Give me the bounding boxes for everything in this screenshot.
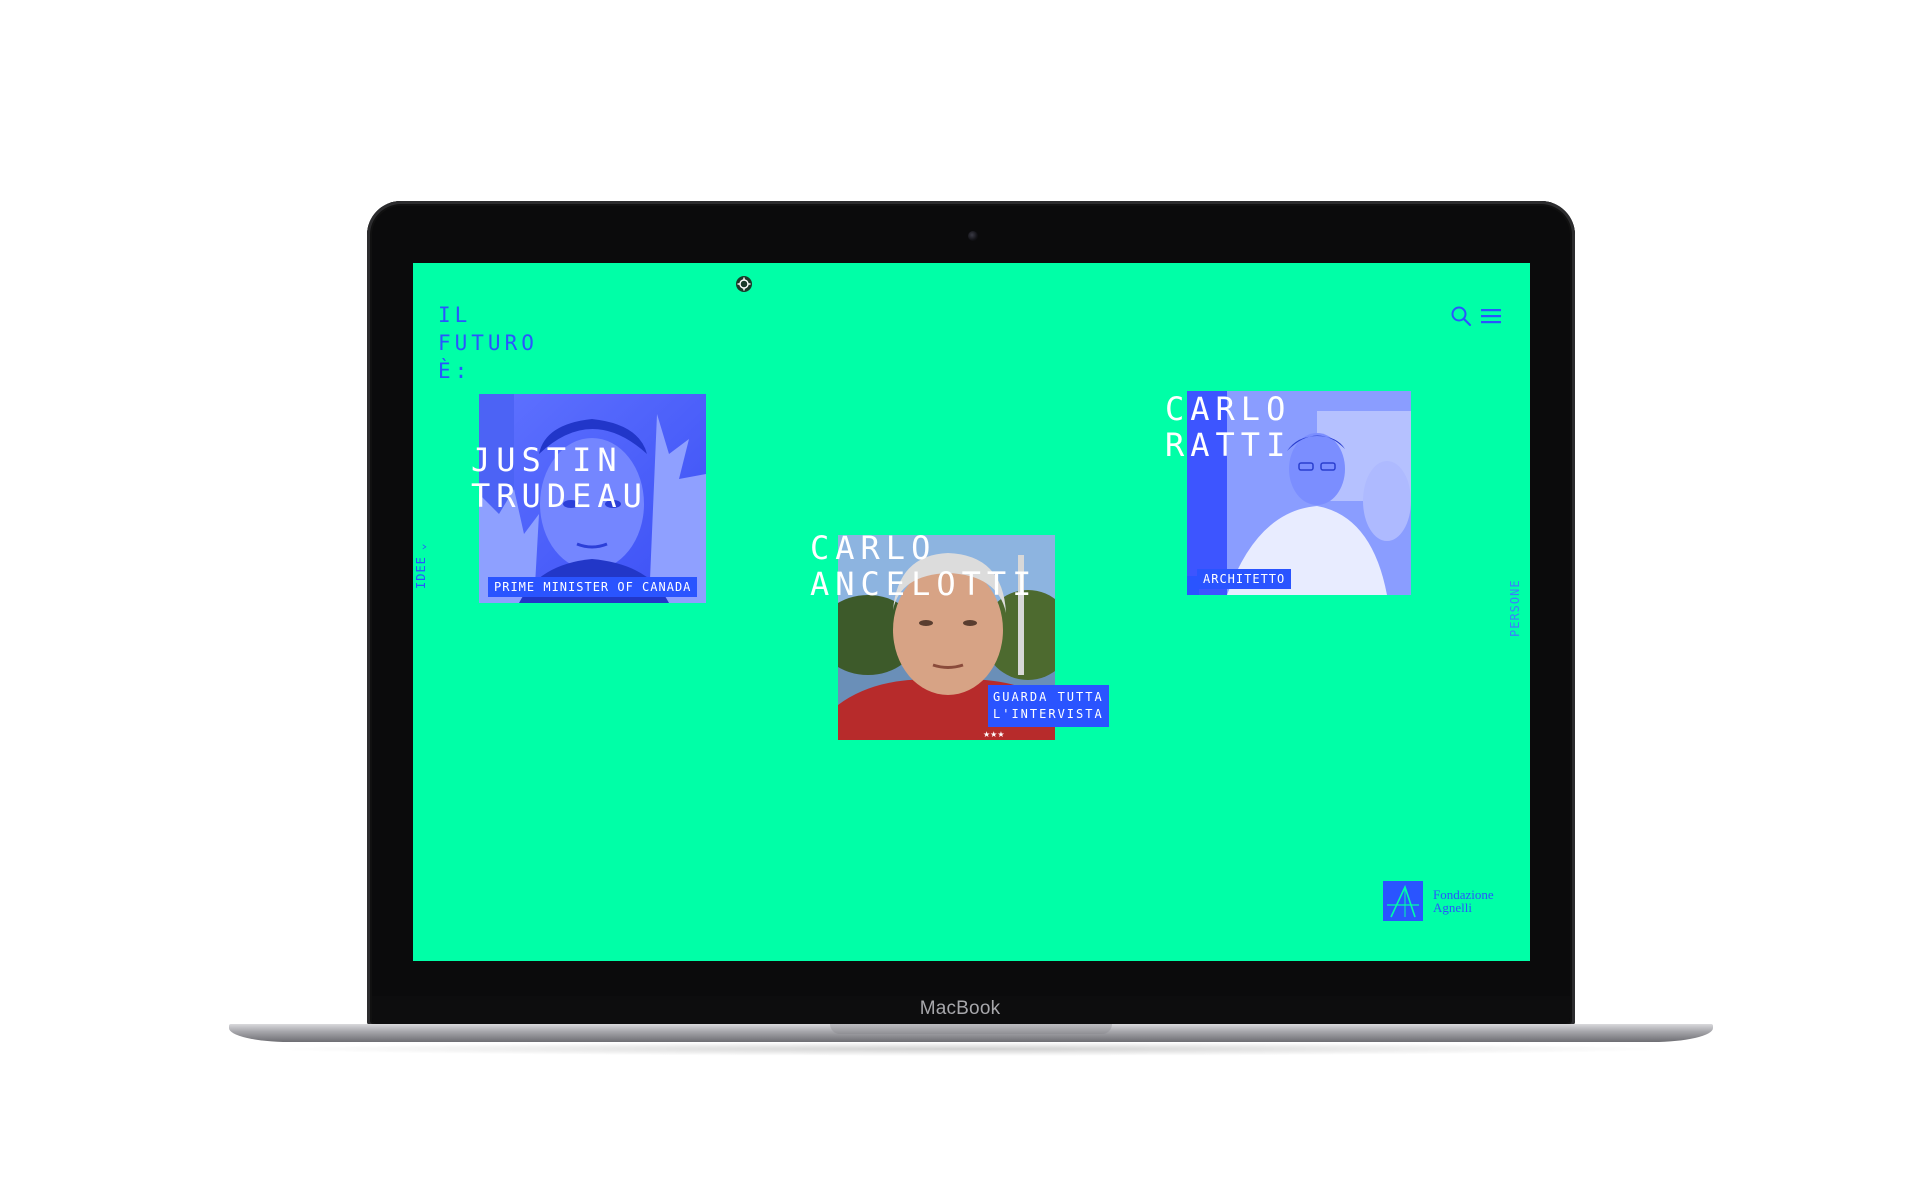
person-name-line: CARLO xyxy=(810,529,937,567)
laptop-notch xyxy=(830,1024,1112,1034)
person-name: CARLO RATTI xyxy=(1165,391,1291,463)
nav-people-label: PERSONE xyxy=(1508,579,1522,637)
person-card-ancelotti[interactable]: ★★★ CARLO ANCELOTTI GUARDA TUTTA L'INTER… xyxy=(810,530,1109,740)
fondazione-agnelli-logo[interactable]: Fondazione Agnelli xyxy=(1383,881,1494,921)
svg-text:★★★: ★★★ xyxy=(983,730,1005,739)
website-screen: IL FUTURO È: IDEE ⌄ PERSONE JUSTIN TRUDEA… xyxy=(413,263,1530,961)
target-icon[interactable] xyxy=(735,275,753,293)
person-name-line: ANCELOTTI xyxy=(810,565,1038,603)
device-brand-label: MacBook xyxy=(919,998,1001,1019)
search-icon[interactable] xyxy=(1450,305,1472,327)
person-name-line: CARLO xyxy=(1165,390,1292,428)
fondazione-agnelli-wordmark: Fondazione Agnelli xyxy=(1433,888,1494,914)
person-card-trudeau[interactable]: JUSTIN TRUDEAU PRIME MINISTER OF CANADA xyxy=(471,394,706,603)
watch-interview-button[interactable]: GUARDA TUTTA L'INTERVISTA xyxy=(988,685,1109,727)
person-name: JUSTIN TRUDEAU xyxy=(471,442,648,514)
site-title-line: È: xyxy=(438,359,472,383)
wordmark-line: Agnelli xyxy=(1433,900,1472,915)
fondazione-agnelli-mark-icon xyxy=(1383,881,1423,921)
cta-line: L'INTERVISTA xyxy=(993,707,1104,721)
person-name-line: JUSTIN xyxy=(471,441,623,479)
site-title[interactable]: IL FUTURO È: xyxy=(438,301,538,385)
laptop-shadow xyxy=(260,1042,1680,1056)
site-title-line: IL xyxy=(438,303,472,327)
person-name-line: TRUDEAU xyxy=(471,477,648,515)
menu-icon[interactable] xyxy=(1480,305,1502,327)
site-title-line: FUTURO xyxy=(438,331,538,355)
cta-line: GUARDA TUTTA xyxy=(993,690,1104,704)
header-tools xyxy=(1450,305,1502,327)
person-role: ARCHITETTO xyxy=(1197,569,1292,589)
nav-ideas[interactable]: IDEE ⌄ xyxy=(414,542,428,589)
webcam xyxy=(968,231,978,241)
person-name: CARLO ANCELOTTI xyxy=(810,530,1037,602)
nav-ideas-label: IDEE xyxy=(414,556,428,589)
person-role: PRIME MINISTER OF CANADA xyxy=(488,577,698,597)
nav-people[interactable]: PERSONE xyxy=(1508,579,1522,637)
person-card-ratti[interactable]: CARLO RATTI ARCHITETTO xyxy=(1165,391,1411,595)
person-name-line: RATTI xyxy=(1165,426,1292,464)
chevron-left-icon: ⌄ xyxy=(415,542,428,551)
